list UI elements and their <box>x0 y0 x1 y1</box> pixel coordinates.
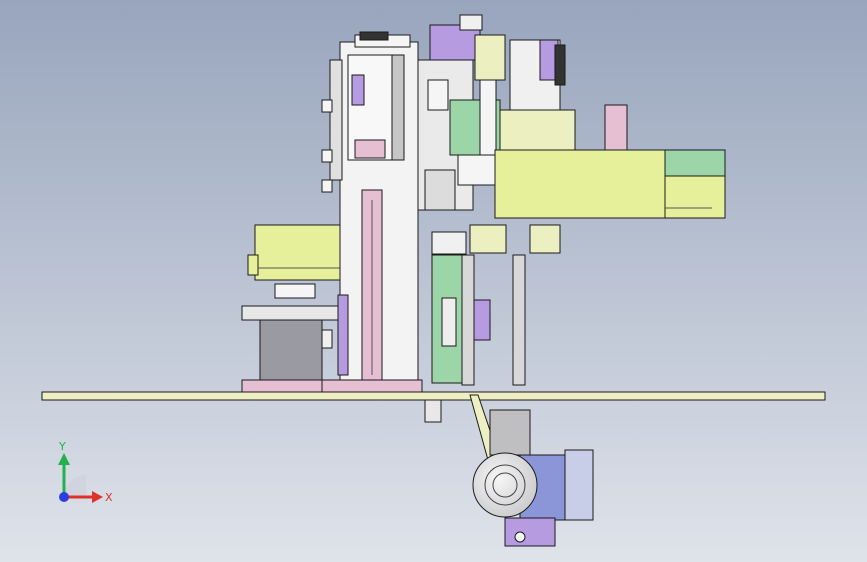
assembly-drawing: Y X <box>0 0 867 562</box>
base-plate <box>41 391 826 401</box>
z-axis-dot <box>59 492 69 502</box>
shaft-stub <box>424 399 442 423</box>
x-axis-label: X <box>105 491 113 504</box>
y-axis-label: Y <box>58 440 66 453</box>
cad-viewport[interactable]: Y X <box>0 0 867 562</box>
right-housing <box>494 149 726 219</box>
